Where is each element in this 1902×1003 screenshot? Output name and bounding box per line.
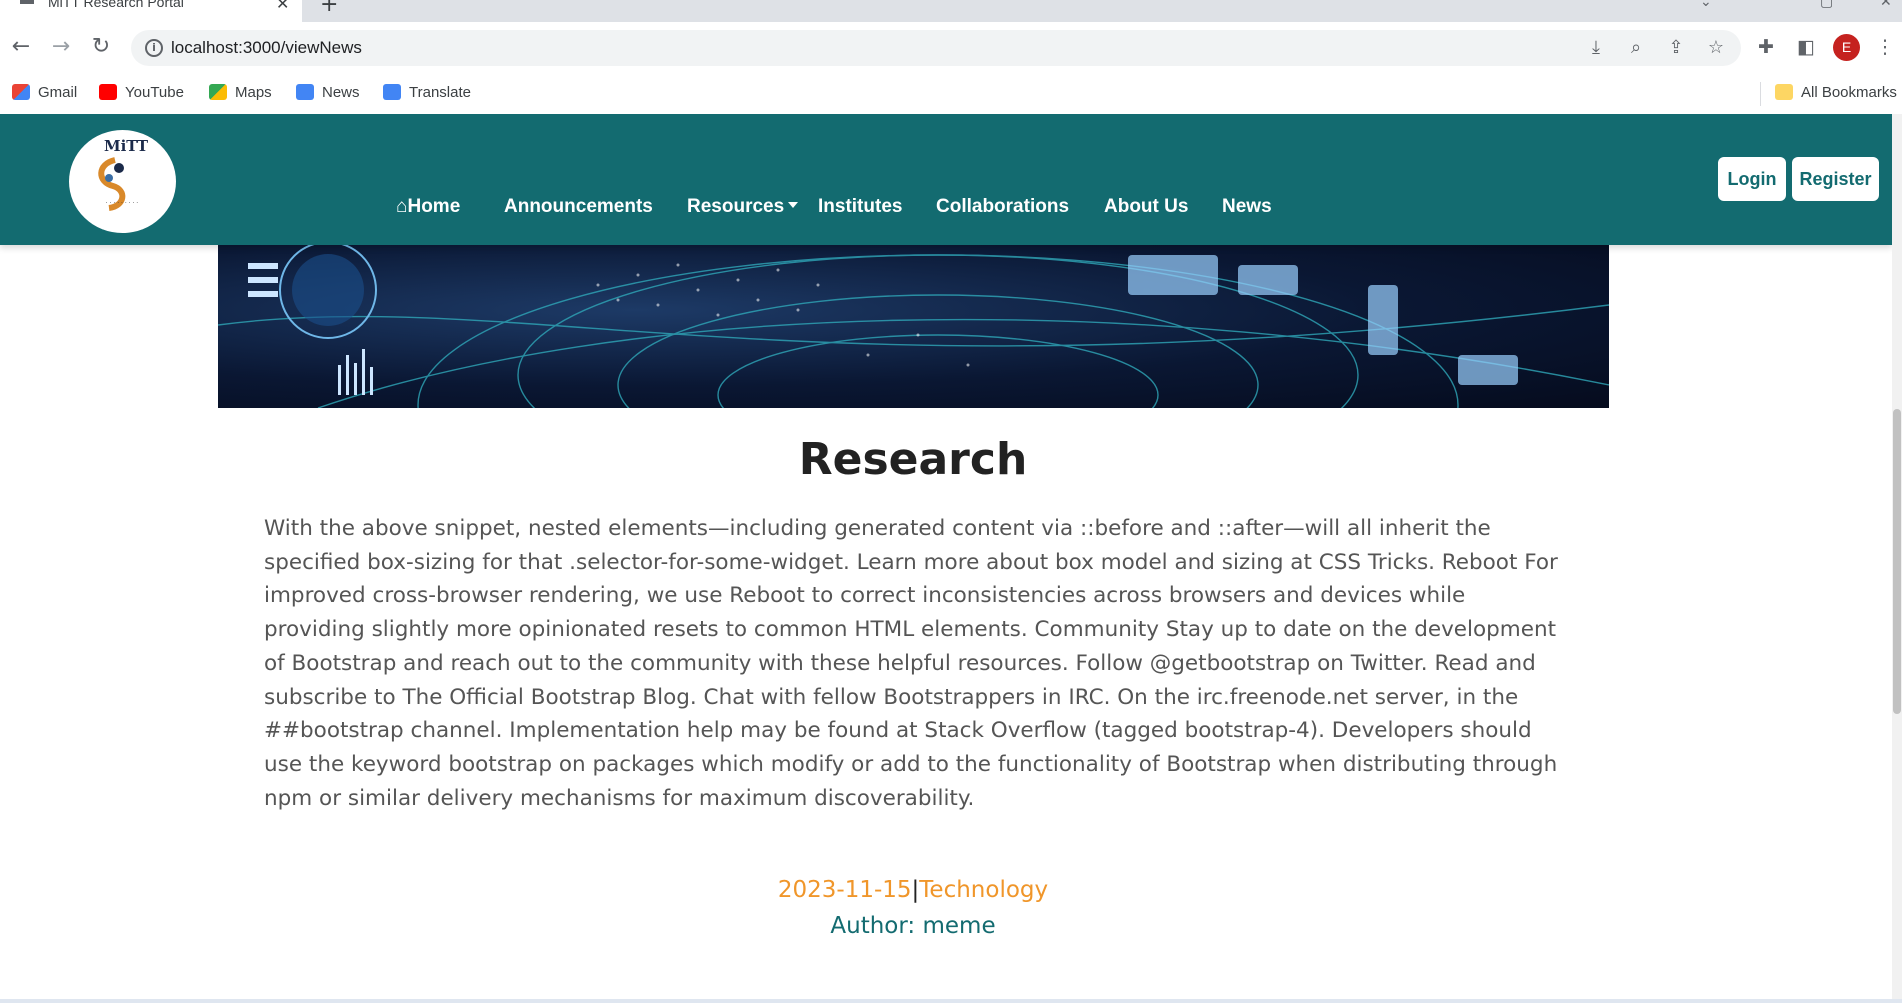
- browser-toolbar: ← → ↻ i localhost:3000/viewNews ⤓ ⌕ ⇪ ☆ …: [0, 22, 1902, 74]
- bookmarks-divider: [1760, 82, 1761, 106]
- zoom-icon[interactable]: ⌕: [1624, 36, 1648, 60]
- news-icon: [296, 84, 314, 100]
- caret-down-icon: [788, 202, 799, 208]
- nav-news[interactable]: News: [1222, 196, 1272, 218]
- install-app-icon[interactable]: ⤓: [1584, 36, 1608, 60]
- article-author: Author: meme: [830, 913, 996, 939]
- new-tab-icon[interactable]: +: [320, 0, 338, 17]
- nav-institutes[interactable]: Institutes: [818, 196, 902, 218]
- bookmark-gmail[interactable]: Gmail: [12, 84, 77, 101]
- nav-home[interactable]: ⌂Home: [396, 196, 460, 218]
- tab-close-icon[interactable]: ✕: [276, 0, 289, 13]
- address-url[interactable]: localhost:3000/viewNews: [171, 38, 362, 58]
- gmail-icon: [12, 84, 30, 100]
- window-restore-icon[interactable]: ▢: [1820, 0, 1833, 10]
- profile-avatar[interactable]: E: [1833, 34, 1860, 61]
- bookmark-news[interactable]: News: [296, 84, 360, 101]
- bookmark-youtube[interactable]: YouTube: [99, 84, 184, 101]
- browser-tab[interactable]: MiTT Research Portal ✕: [0, 0, 302, 22]
- forward-icon[interactable]: →: [46, 32, 76, 62]
- page-scrollbar[interactable]: [1892, 114, 1902, 999]
- site-logo[interactable]: MiTT · · · · · · · · ·: [69, 130, 176, 233]
- back-icon[interactable]: ←: [6, 32, 36, 62]
- bookmarks-bar: Gmail YouTube Maps News Translate All Bo…: [0, 74, 1902, 114]
- bookmark-translate[interactable]: Translate: [383, 84, 471, 101]
- address-bar[interactable]: i localhost:3000/viewNews ⤓ ⌕ ⇪ ☆: [131, 30, 1741, 66]
- logo-emblem-icon: [98, 157, 126, 211]
- window-close-icon[interactable]: ✕: [1880, 0, 1892, 10]
- nav-about-us[interactable]: About Us: [1104, 196, 1188, 218]
- window-bottom-edge: [0, 999, 1902, 1003]
- tab-favicon-icon: [20, 0, 34, 4]
- home-icon: ⌂: [396, 196, 408, 217]
- article-meta: 2023-11-15|Technology: [0, 877, 1826, 903]
- scrollbar-thumb[interactable]: [1893, 409, 1901, 714]
- window-minimize-icon[interactable]: ⌄: [1700, 0, 1712, 10]
- site-info-icon[interactable]: i: [145, 39, 163, 57]
- reload-icon[interactable]: ↻: [86, 32, 116, 62]
- article-banner-image: [218, 245, 1609, 408]
- article-date: 2023-11-15: [777, 877, 912, 903]
- side-panel-icon[interactable]: ◧: [1793, 34, 1819, 60]
- site-navbar: MiTT · · · · · · · · · ⌂Home Announcemen…: [0, 114, 1892, 245]
- share-icon[interactable]: ⇪: [1664, 36, 1688, 60]
- article-category: Technology: [919, 877, 1049, 903]
- browser-tab-strip: MiTT Research Portal ✕ + ⌄ ▢ ✕: [0, 0, 1902, 22]
- bookmark-star-icon[interactable]: ☆: [1704, 36, 1728, 60]
- folder-icon: [1775, 84, 1793, 100]
- nav-announcements[interactable]: Announcements: [504, 196, 653, 218]
- article-title: Research: [798, 434, 1028, 485]
- logo-tagline: · · · · · · · · ·: [105, 200, 139, 207]
- all-bookmarks[interactable]: All Bookmarks: [1775, 84, 1897, 101]
- tab-title: MiTT Research Portal: [48, 0, 184, 10]
- extensions-icon[interactable]: ✚: [1753, 34, 1779, 60]
- nav-collaborations[interactable]: Collaborations: [936, 196, 1069, 218]
- maps-icon: [209, 84, 227, 100]
- article-body: With the above snippet, nested elements—…: [264, 516, 1558, 811]
- menu-kebab-icon[interactable]: ⋮: [1872, 34, 1898, 60]
- login-button[interactable]: Login: [1718, 157, 1786, 201]
- page-viewport: MiTT · · · · · · · · · ⌂Home Announcemen…: [0, 114, 1892, 999]
- youtube-icon: [99, 84, 117, 100]
- nav-resources[interactable]: Resources: [687, 196, 799, 218]
- banner-network-graphic: [218, 245, 1609, 408]
- register-button[interactable]: Register: [1792, 157, 1879, 201]
- bookmark-maps[interactable]: Maps: [209, 84, 272, 101]
- translate-icon: [383, 84, 401, 100]
